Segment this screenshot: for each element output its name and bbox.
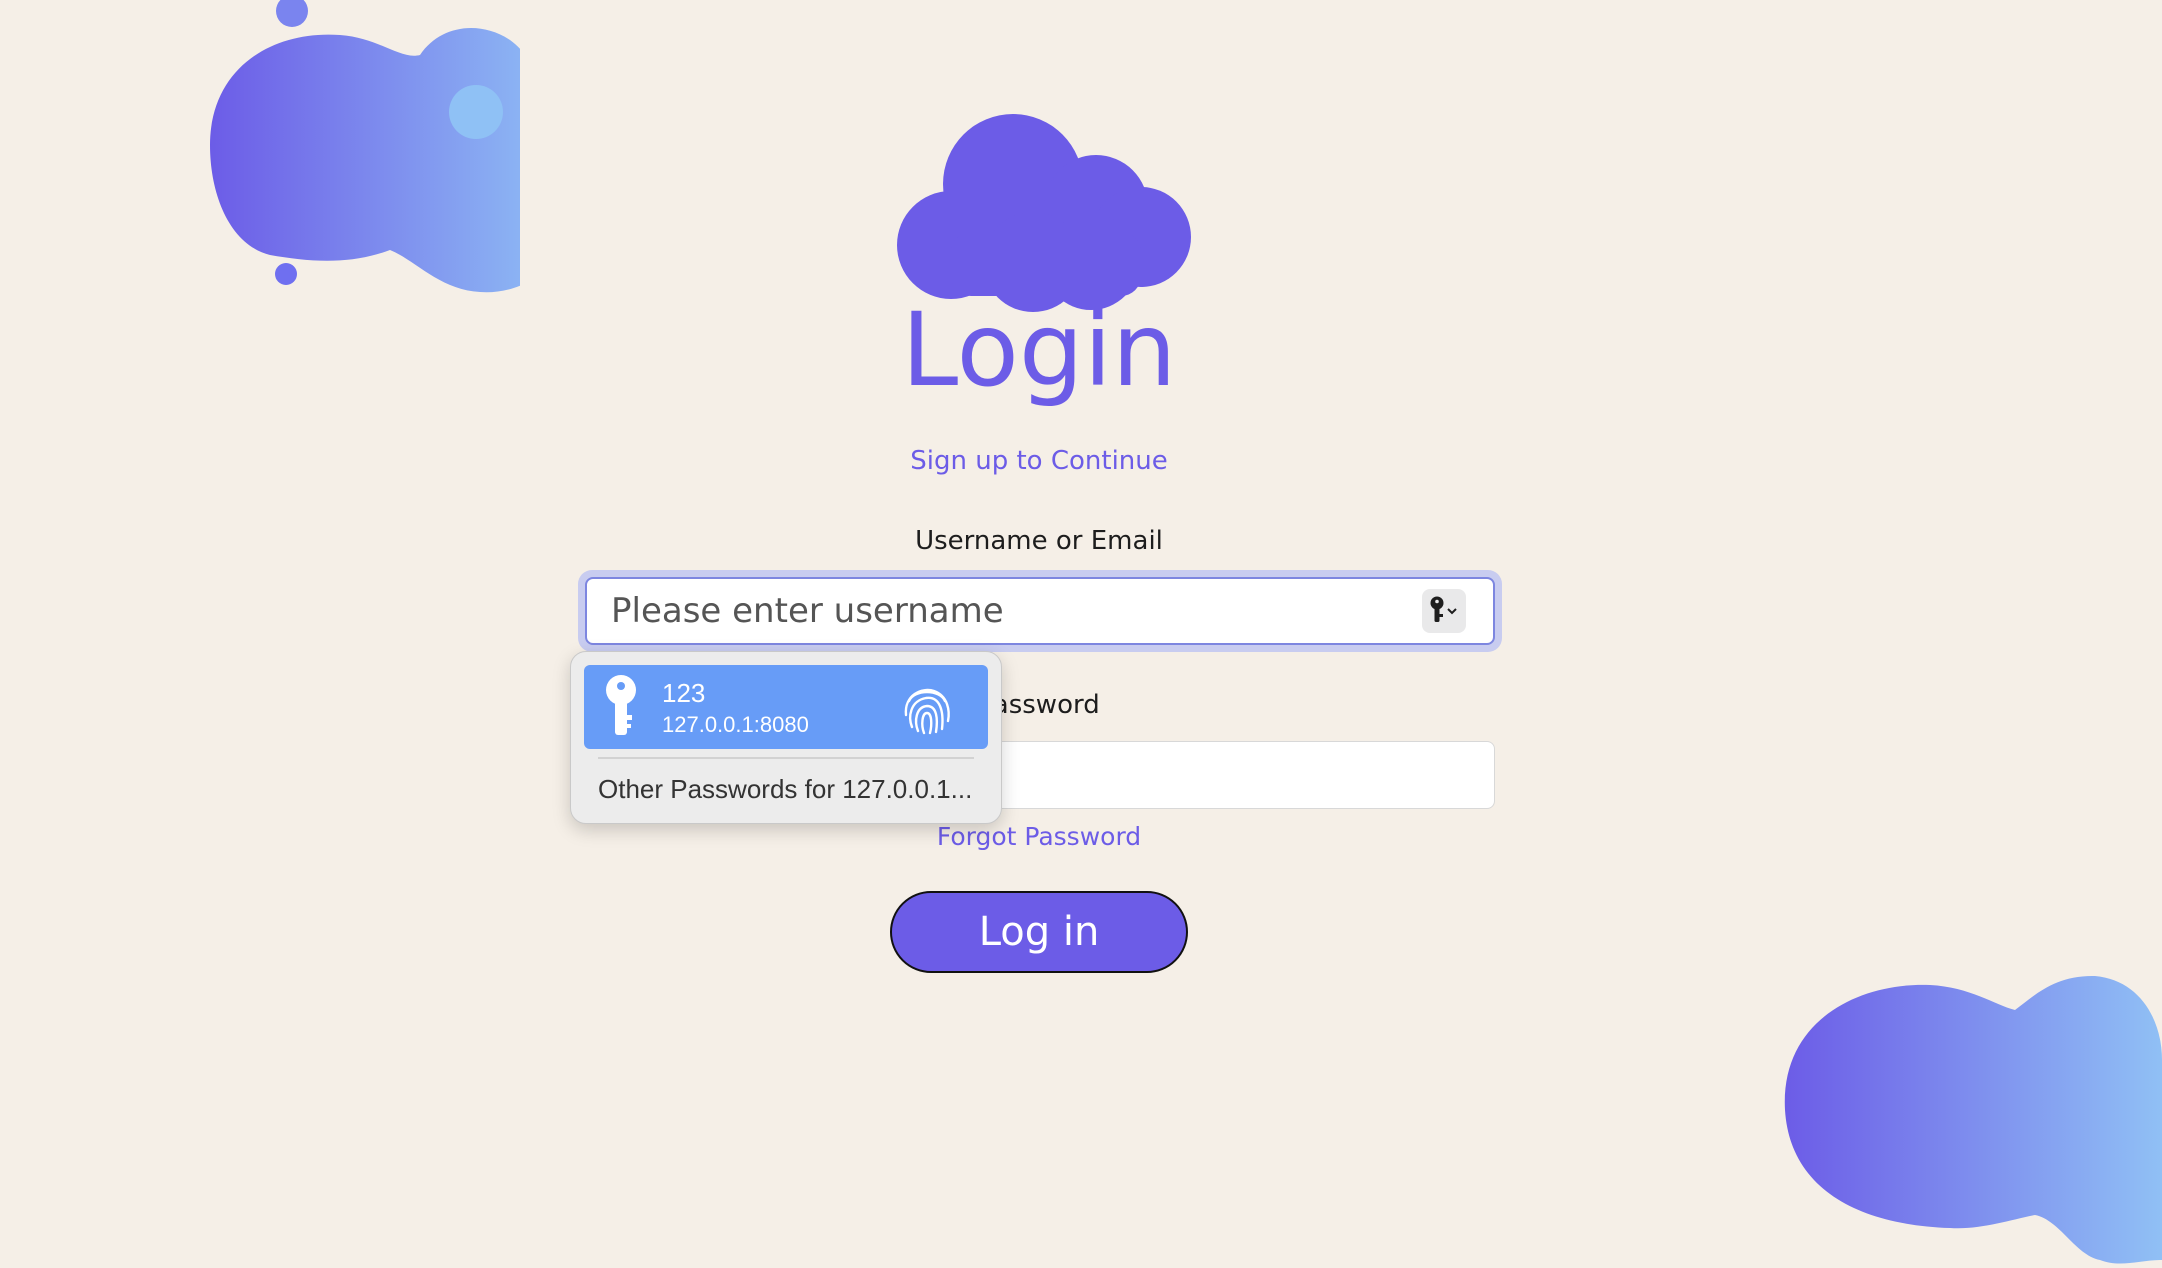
- credential-host: 127.0.0.1:8080: [662, 712, 809, 737]
- login-page: Login Sign up to Continue Username or Em…: [0, 0, 2162, 1268]
- popup-divider: [598, 757, 974, 759]
- decorative-blob-bottom-right: [1784, 975, 2162, 1264]
- saved-credential-item[interactable]: 123 127.0.0.1:8080: [584, 665, 988, 749]
- key-icon: [606, 675, 636, 735]
- password-label: Password: [978, 690, 1100, 720]
- other-passwords-item[interactable]: Other Passwords for 127.0.0.1...: [598, 774, 972, 805]
- page-title: Login: [901, 291, 1177, 410]
- forgot-password-link[interactable]: Forgot Password: [0, 822, 2078, 851]
- autofill-key-button[interactable]: [1422, 589, 1466, 633]
- login-button[interactable]: Log in: [890, 891, 1188, 973]
- username-input[interactable]: [585, 577, 1495, 645]
- page-subtitle: Sign up to Continue: [910, 446, 1168, 476]
- decorative-blob-top-left: [210, 0, 520, 293]
- cloud-logo-icon: [897, 114, 1191, 312]
- key-icon: [1430, 596, 1457, 622]
- password-autofill-popup: 123 127.0.0.1:8080 Other Passwords for 1…: [570, 651, 1002, 824]
- fingerprint-icon: [904, 688, 950, 735]
- credential-username: 123: [662, 678, 706, 708]
- username-label: Username or Email: [915, 526, 1163, 556]
